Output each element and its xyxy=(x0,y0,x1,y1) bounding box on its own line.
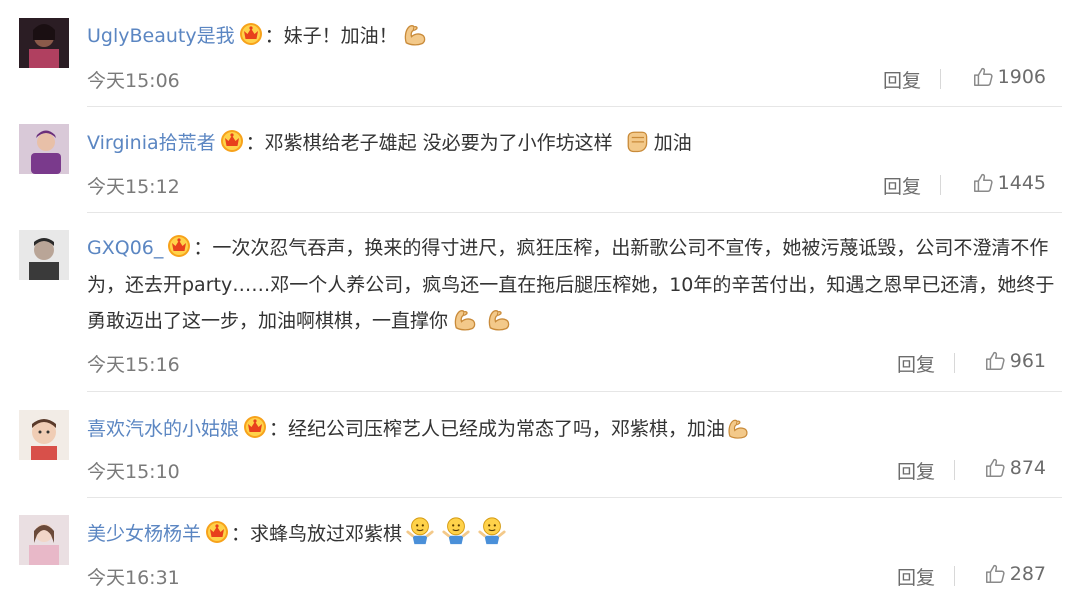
comment-meta: 今天16:31 回复 287 xyxy=(87,563,1046,589)
avatar[interactable] xyxy=(19,230,69,280)
crown-badge-icon xyxy=(167,234,191,258)
divider xyxy=(87,391,1062,392)
comment-meta: 今天15:16 回复 961 xyxy=(87,350,1046,376)
comment-meta: 今天15:12 回复 1445 xyxy=(87,172,1046,198)
separator xyxy=(954,566,955,586)
raised-fist-emoji xyxy=(623,127,651,155)
like-button[interactable]: 874 xyxy=(984,457,1046,479)
thumbs-up-icon xyxy=(972,66,994,88)
like-button[interactable]: 1906 xyxy=(972,66,1046,88)
like-count: 874 xyxy=(1009,457,1046,479)
comment-text-line: GXQ06_ ：一次次忍气吞声，换来的得寸进尺，疯狂压榨，出新歌公司不宣传，她被污… xyxy=(87,230,1062,340)
timestamp: 今天15:10 xyxy=(87,461,180,483)
avatar[interactable] xyxy=(19,410,69,460)
like-button[interactable]: 1445 xyxy=(972,172,1046,194)
comment-text: ：邓紫棋给老子雄起 没必要为了小作坊这样 xyxy=(245,132,613,154)
like-count: 1906 xyxy=(997,66,1046,88)
avatar[interactable] xyxy=(19,515,69,565)
avatar[interactable] xyxy=(19,124,69,174)
thumbs-up-icon xyxy=(984,350,1006,372)
like-count: 287 xyxy=(1009,563,1046,585)
comment-meta: 今天15:10 回复 874 xyxy=(87,457,1046,483)
like-count: 961 xyxy=(1009,350,1046,372)
comment-text-line: 美少女杨杨羊 ：求蜂鸟放过邓紫棋 xyxy=(87,516,1062,553)
avatar[interactable] xyxy=(19,18,69,68)
thumbs-up-icon xyxy=(984,563,1006,585)
username-link[interactable]: Virginia拾荒者 xyxy=(87,132,216,154)
divider xyxy=(87,212,1062,213)
reply-button[interactable]: 回复 xyxy=(897,457,935,484)
timestamp: 今天15:16 xyxy=(87,354,180,376)
crown-badge-icon xyxy=(239,22,263,46)
comment-text: ：妹子！加油！ xyxy=(264,25,398,47)
timestamp: 今天15:12 xyxy=(87,176,180,198)
shrug-emoji xyxy=(441,516,471,546)
shrug-emoji xyxy=(477,516,507,546)
comment-text: ：一次次忍气吞声，换来的得寸进尺，疯狂压榨，出新歌公司不宣传，她被污蔑诋毁，公司… xyxy=(87,237,1055,332)
reply-button[interactable]: 回复 xyxy=(883,172,921,199)
separator xyxy=(954,353,955,373)
comment-text: ：经纪公司压榨艺人已经成为常态了吗，邓紫棋，加油 xyxy=(269,418,726,440)
separator xyxy=(940,69,941,89)
timestamp: 今天16:31 xyxy=(87,567,180,589)
timestamp: 今天15:06 xyxy=(87,70,180,92)
flexed-biceps-emoji xyxy=(451,305,479,333)
flexed-biceps-emoji xyxy=(401,20,429,48)
comment-text-line: UglyBeauty是我 ：妹子！加油！ xyxy=(87,18,1062,55)
comment-text-line: Virginia拾荒者 ：邓紫棋给老子雄起 没必要为了小作坊这样 加油 xyxy=(87,125,1062,162)
reply-button[interactable]: 回复 xyxy=(897,563,935,590)
separator xyxy=(940,175,941,195)
comment-text: ：求蜂鸟放过邓紫棋 xyxy=(231,523,403,545)
like-button[interactable]: 287 xyxy=(984,563,1046,585)
reply-button[interactable]: 回复 xyxy=(897,350,935,377)
like-count: 1445 xyxy=(997,172,1046,194)
comment-meta: 今天15:06 回复 1906 xyxy=(87,66,1046,92)
username-link[interactable]: 美少女杨杨羊 xyxy=(87,523,201,545)
thumbs-up-icon xyxy=(984,457,1006,479)
like-button[interactable]: 961 xyxy=(984,350,1046,372)
comment-text-line: 喜欢汽水的小姑娘 ：经纪公司压榨艺人已经成为常态了吗，邓紫棋，加油 xyxy=(87,411,1062,448)
thumbs-up-icon xyxy=(972,172,994,194)
divider xyxy=(87,497,1062,498)
username-link[interactable]: UglyBeauty是我 xyxy=(87,25,235,47)
crown-badge-icon xyxy=(220,129,244,153)
crown-badge-icon xyxy=(243,415,267,439)
flexed-biceps-emoji xyxy=(725,415,751,441)
username-link[interactable]: GXQ06_ xyxy=(87,237,163,259)
reply-button[interactable]: 回复 xyxy=(883,66,921,93)
username-link[interactable]: 喜欢汽水的小姑娘 xyxy=(87,418,239,440)
shrug-emoji xyxy=(405,516,435,546)
flexed-biceps-emoji xyxy=(485,305,513,333)
crown-badge-icon xyxy=(205,520,229,544)
separator xyxy=(954,460,955,480)
divider xyxy=(87,106,1062,107)
comment-text-suffix: 加油 xyxy=(653,132,692,154)
